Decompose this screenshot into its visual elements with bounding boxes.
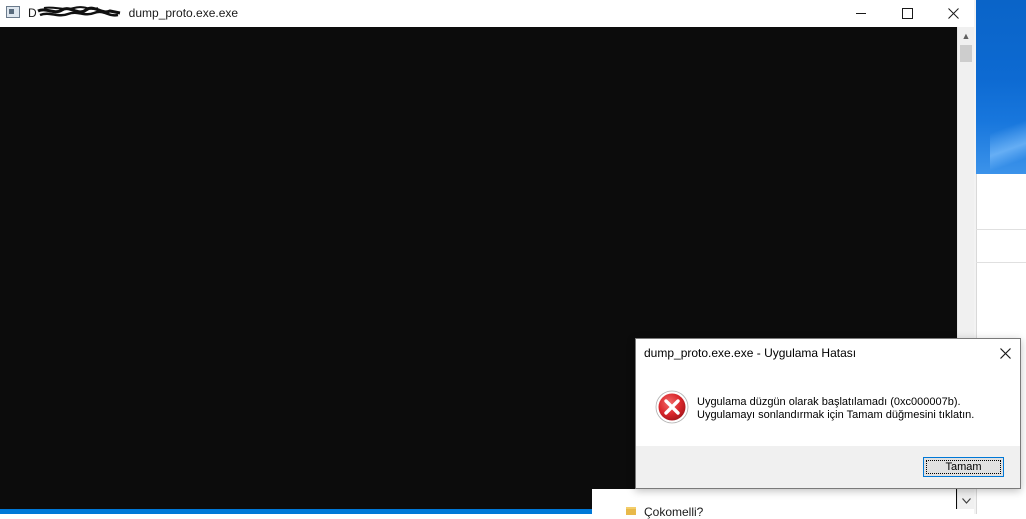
ok-button[interactable]: Tamam [923,457,1004,477]
minimize-icon [856,12,866,14]
scroll-down-arrow-icon[interactable] [958,492,974,509]
close-icon [947,7,959,19]
wallpaper-light [990,110,1026,174]
panel-divider [976,229,1026,230]
console-titlebar[interactable]: Ddump_proto.exe.exe [0,0,974,27]
panel-divider [976,262,1026,263]
maximize-icon [901,7,913,19]
error-icon [655,390,689,424]
background-item-label[interactable]: Çokomelli? [644,505,703,519]
focus-rectangle [926,460,1001,474]
redaction-scribble [37,6,121,17]
scroll-up-arrow-icon[interactable]: ▲ [958,27,974,44]
error-message-line: Uygulama düzgün olarak başlatılamadı (0x… [697,396,961,408]
error-dialog: dump_proto.exe.exe - Uygulama Hatası Uyg… [635,338,1021,489]
dialog-title: dump_proto.exe.exe - Uygulama Hatası [644,346,857,360]
minimize-button[interactable] [838,0,884,26]
dialog-close-button[interactable] [990,339,1020,367]
close-button[interactable] [930,0,976,26]
close-icon [999,347,1011,359]
maximize-button[interactable] [884,0,930,26]
scroll-thumb[interactable] [960,45,972,62]
console-app-icon [6,6,20,18]
taskbar-strip [0,509,592,514]
error-message: Uygulama düzgün olarak başlatılamadı (0x… [697,396,974,422]
error-message-line: Uygulamayı sonlandırmak için Tamam düğme… [697,409,975,421]
dialog-footer: Tamam [636,446,1020,488]
